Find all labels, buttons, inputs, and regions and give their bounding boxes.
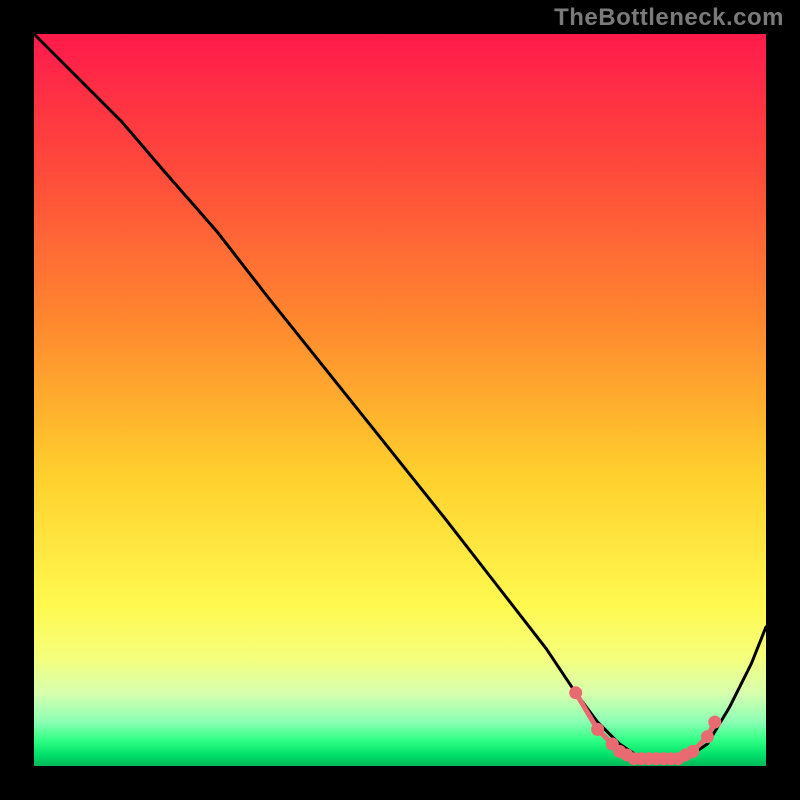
watermark-label: TheBottleneck.com (554, 4, 784, 32)
plot-background (34, 34, 766, 766)
series-optimal-zone-point (701, 730, 714, 743)
series-optimal-zone-point (686, 745, 699, 758)
chart-svg (0, 0, 800, 800)
series-optimal-zone-point (591, 723, 604, 736)
chart-stage: TheBottleneck.com (0, 0, 800, 800)
series-optimal-zone-point (708, 716, 721, 729)
series-optimal-zone-point (569, 686, 582, 699)
